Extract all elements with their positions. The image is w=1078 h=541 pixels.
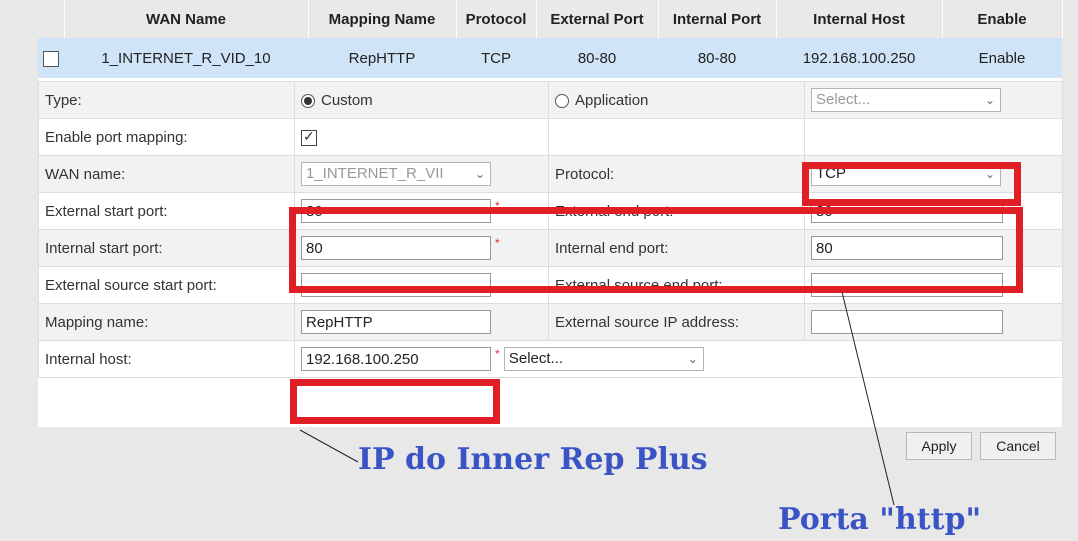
port-annotation: Porta "http" <box>778 502 982 537</box>
port-pointer-line <box>841 291 895 506</box>
ip-pointer-line <box>299 429 359 463</box>
ip-annotation: IP do Inner Rep Plus <box>358 442 708 477</box>
